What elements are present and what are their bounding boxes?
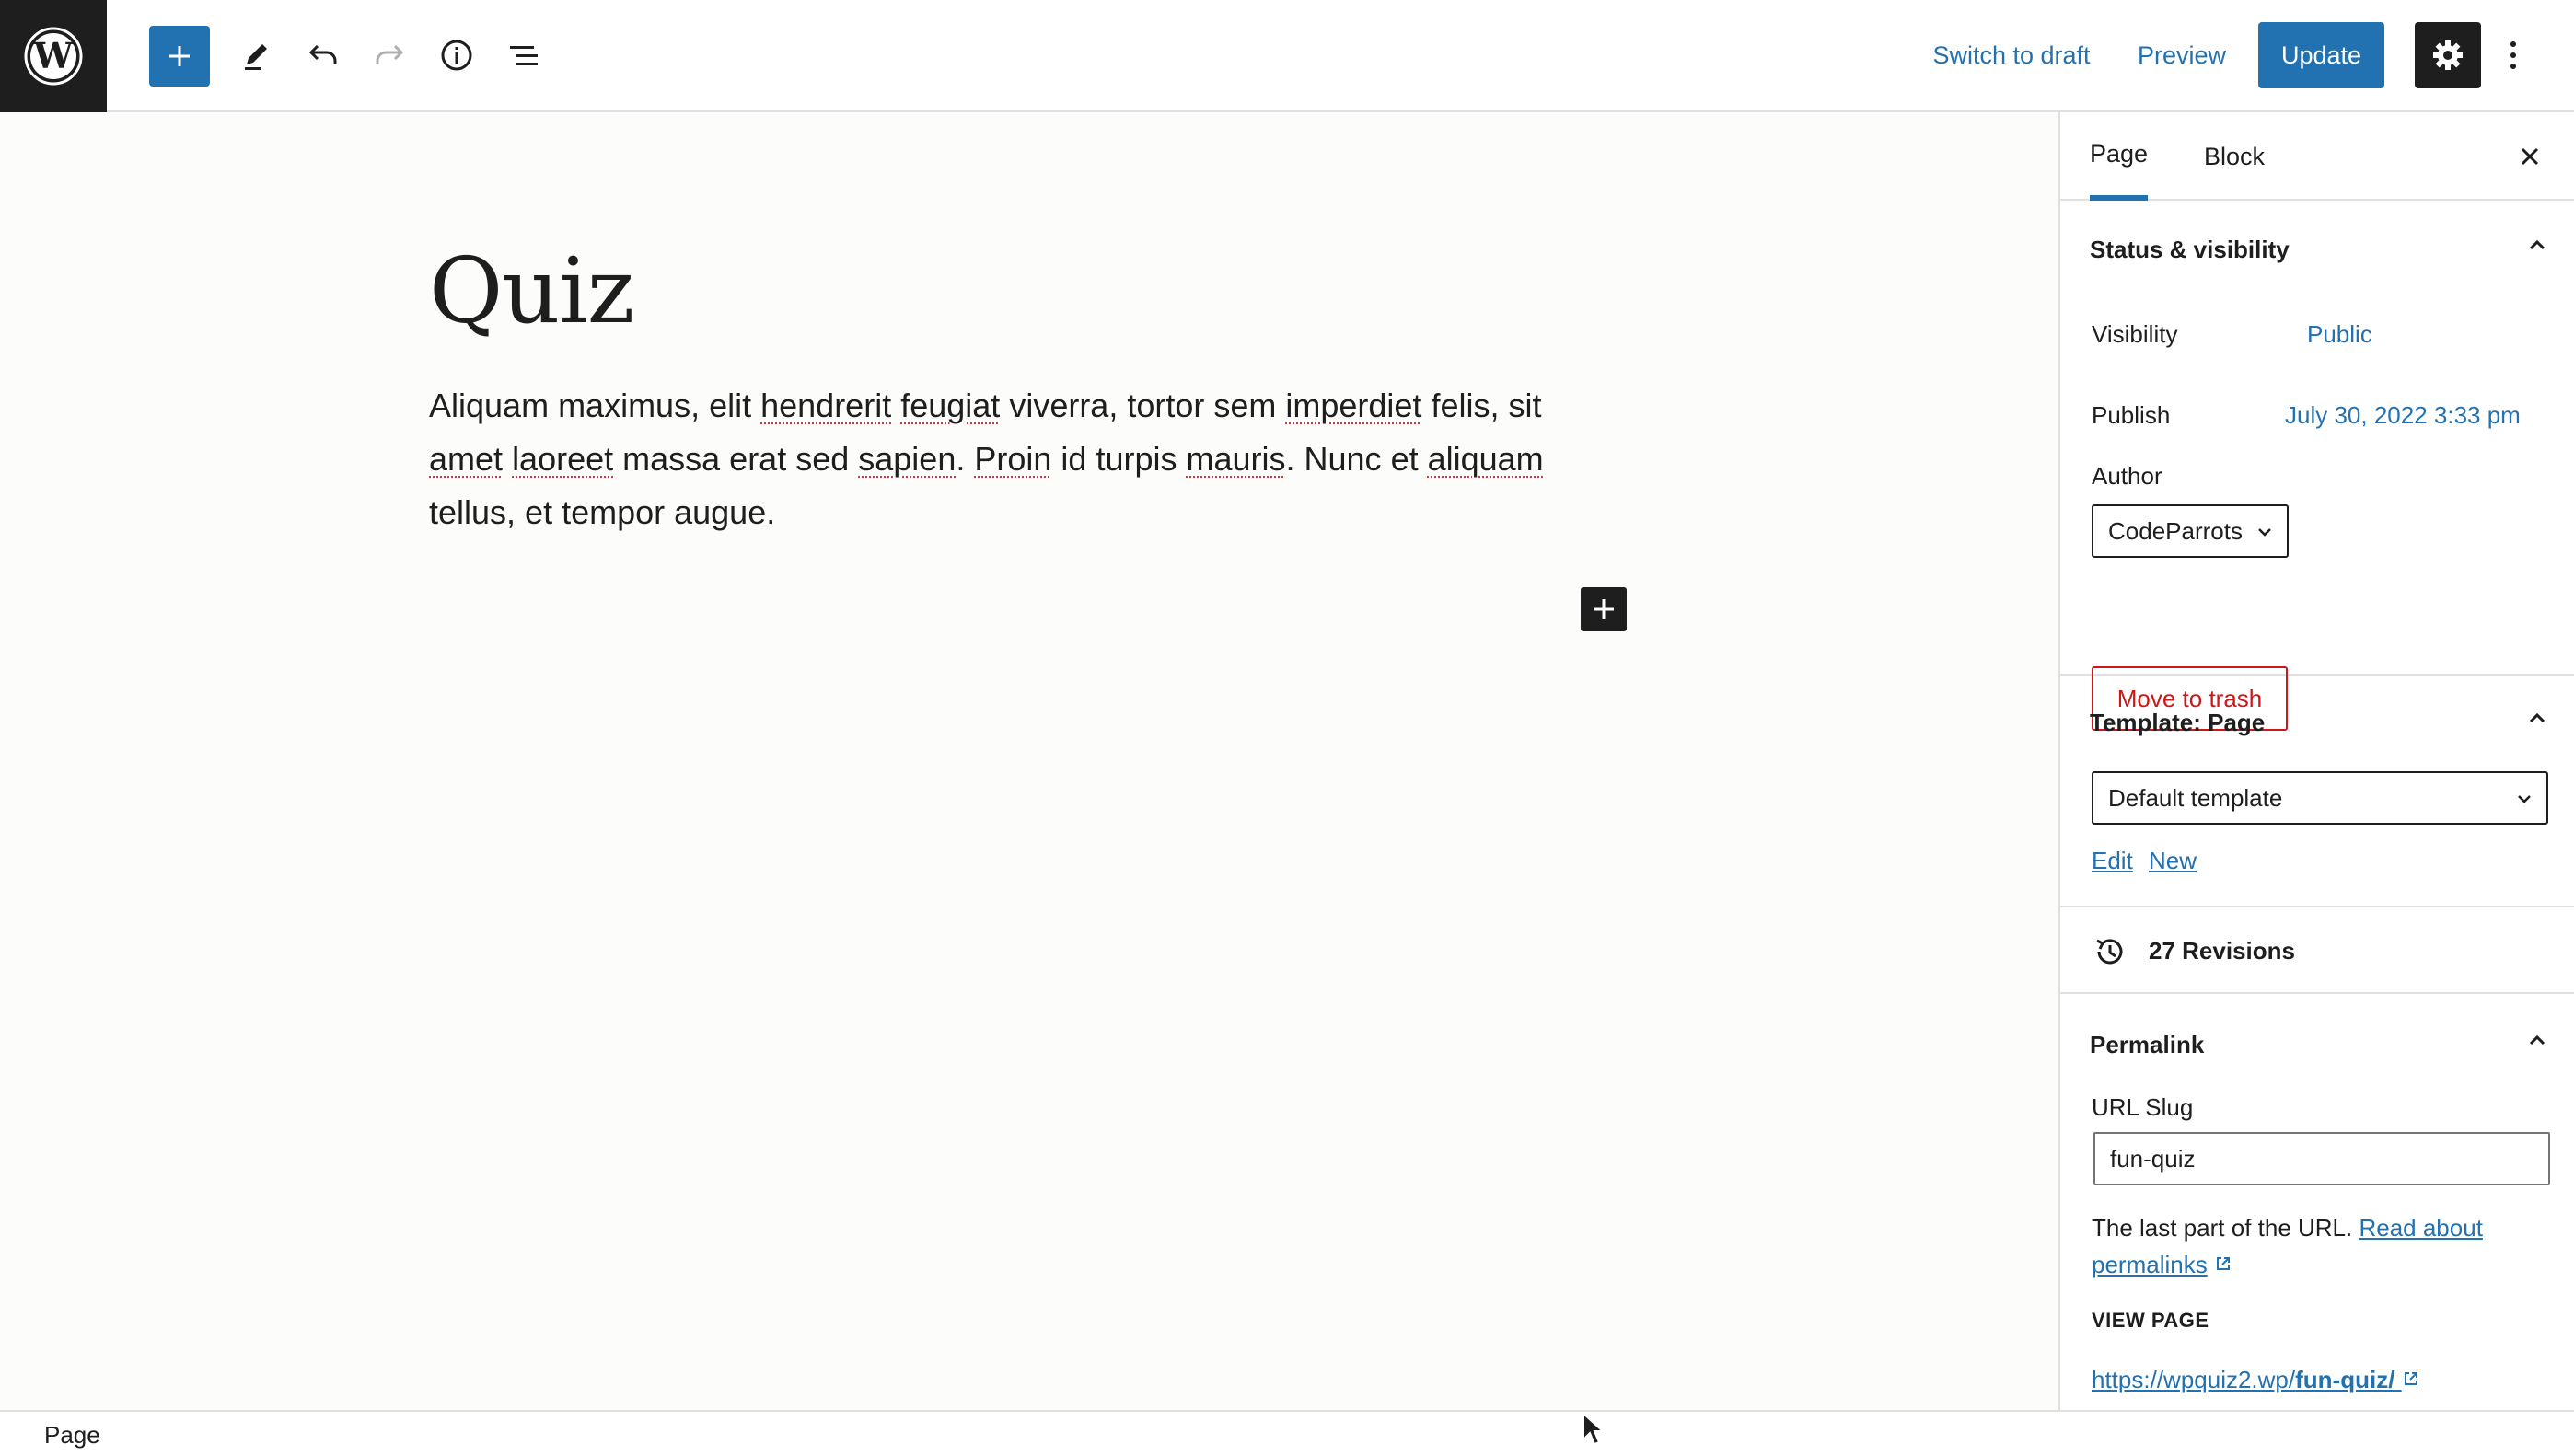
url-slug: fun-quiz/ — [2295, 1366, 2395, 1393]
permalink-help: The last part of the URL. Read about per… — [2092, 1209, 2552, 1283]
more-vertical-icon — [2510, 41, 2516, 69]
paragraph-text — [891, 387, 900, 424]
permalink-help-text: The last part of the URL. — [2092, 1214, 2360, 1242]
publish-date-toggle[interactable]: July 30, 2022 3:33 pm — [2285, 401, 2521, 430]
update-button[interactable]: Update — [2258, 22, 2384, 88]
pencil-icon — [245, 44, 267, 70]
author-label: Author — [2092, 462, 2162, 490]
template-value: Default template — [2108, 783, 2283, 812]
preview-button[interactable]: Preview — [2127, 22, 2237, 88]
inline-add-block-button[interactable] — [1581, 587, 1627, 631]
template-panel: Template: Page Default template Edit New — [2060, 676, 2574, 907]
post-title[interactable]: Quiz — [429, 239, 634, 344]
visibility-toggle[interactable]: Public — [2307, 320, 2372, 349]
author-select[interactable]: CodeParrots — [2092, 504, 2289, 558]
paragraph-text — [503, 440, 512, 478]
plus-icon — [1594, 599, 1614, 619]
tools-pencil-button[interactable] — [223, 22, 289, 88]
read-about-link[interactable]: Read about — [2359, 1214, 2482, 1242]
misspelled-word: feugiat — [900, 387, 1001, 424]
misspelled-word: aliquam — [1427, 440, 1544, 478]
gear-icon — [2433, 40, 2463, 70]
history-icon — [2096, 939, 2123, 965]
plus-icon — [169, 46, 190, 66]
revisions-label: 27 Revisions — [2149, 937, 2295, 965]
list-view-icon — [510, 46, 538, 65]
misspelled-word: imperdiet — [1285, 387, 1422, 424]
undo-icon — [308, 44, 337, 64]
chevron-down-icon — [2518, 795, 2531, 803]
info-icon — [441, 40, 472, 71]
template-select[interactable]: Default template — [2092, 771, 2548, 825]
publish-label: Publish — [2092, 401, 2171, 429]
add-block-button[interactable] — [149, 26, 210, 87]
misspelled-word: hendrerit — [760, 387, 892, 424]
undo-button[interactable] — [290, 22, 356, 88]
list-view-button[interactable] — [490, 22, 556, 88]
redo-icon — [376, 44, 404, 64]
panel-heading[interactable]: Status & visibility — [2090, 236, 2290, 264]
chevron-down-icon — [2258, 528, 2271, 537]
mouse-cursor-icon — [1583, 1412, 1606, 1446]
sidebar-tabs: Page Block — [2060, 112, 2574, 201]
tab-block[interactable]: Block — [2204, 112, 2265, 201]
svg-text:W: W — [33, 35, 75, 76]
close-icon — [2521, 147, 2539, 166]
permalink-url[interactable]: https://wpquiz2.wp/fun-quiz/ — [2092, 1366, 2420, 1394]
settings-button[interactable] — [2415, 22, 2481, 88]
misspelled-word: Proin — [974, 440, 1052, 478]
top-toolbar: W Switch to draft Preview Update — [0, 0, 2574, 112]
misspelled-word: sapien — [858, 440, 957, 478]
chevron-up-icon[interactable] — [2521, 228, 2554, 261]
external-link-icon — [2404, 1372, 2417, 1385]
options-menu-button[interactable] — [2495, 22, 2532, 88]
status-visibility-panel: Status & visibility Visibility Public Pu… — [2060, 201, 2574, 731]
close-sidebar-button[interactable] — [2508, 134, 2552, 179]
paragraph-text: Aliquam maximus, elit — [429, 387, 761, 424]
author-value: CodeParrots — [2108, 516, 2243, 545]
url-slug-label: URL Slug — [2092, 1093, 2194, 1121]
paragraph-text: felis, sit — [1421, 387, 1542, 424]
paragraph-text: . Nunc et — [1285, 440, 1428, 478]
external-link-icon — [2216, 1257, 2230, 1270]
url-prefix: https://wpquiz2.wp/ — [2092, 1366, 2296, 1393]
misspelled-word: mauris — [1186, 440, 1286, 478]
paragraph-text: massa erat sed — [613, 440, 859, 478]
tab-page[interactable]: Page — [2090, 112, 2149, 201]
settings-sidebar: Page Block Status & visibility Visibilit… — [2058, 112, 2574, 1410]
paragraph-block[interactable]: Aliquam maximus, elit hendrerit feugiat … — [429, 379, 1571, 539]
panel-heading[interactable]: Template: Page — [2090, 709, 2265, 737]
switch-to-draft-button[interactable]: Switch to draft — [1915, 22, 2108, 88]
block-breadcrumb-bar: Page — [0, 1410, 2574, 1456]
panel-heading[interactable]: Permalink — [2090, 1031, 2204, 1059]
visibility-label: Visibility — [2092, 320, 2178, 348]
permalinks-link[interactable]: permalinks — [2092, 1251, 2208, 1278]
url-slug-input[interactable]: fun-quiz — [2093, 1132, 2550, 1185]
chevron-up-icon[interactable] — [2521, 1023, 2554, 1057]
revisions-panel[interactable]: 27 Revisions — [2060, 907, 2574, 994]
editor-canvas[interactable]: Quiz Aliquam maximus, elit hendrerit feu… — [0, 112, 2058, 1410]
wordpress-logo-icon[interactable]: W — [0, 0, 107, 112]
edit-template-link[interactable]: Edit — [2092, 847, 2133, 875]
misspelled-word: laoreet — [512, 440, 614, 478]
view-page-heading: VIEW PAGE — [2092, 1309, 2209, 1332]
editor-app: W Switch to draft Preview Update Quiz Al… — [0, 0, 2574, 1456]
chevron-up-icon[interactable] — [2521, 701, 2554, 734]
paragraph-text: . — [956, 440, 975, 478]
paragraph-text: tellus, et tempor augue. — [429, 493, 776, 531]
permalink-panel: Permalink URL Slug fun-quiz The last par… — [2060, 994, 2574, 1410]
new-template-link[interactable]: New — [2149, 847, 2197, 875]
misspelled-word: amet — [429, 440, 504, 478]
redo-button[interactable] — [356, 22, 423, 88]
paragraph-text: id turpis — [1051, 440, 1187, 478]
breadcrumb-item[interactable]: Page — [44, 1421, 100, 1450]
paragraph-text: viverra, tortor sem — [1000, 387, 1286, 424]
details-button[interactable] — [423, 22, 490, 88]
